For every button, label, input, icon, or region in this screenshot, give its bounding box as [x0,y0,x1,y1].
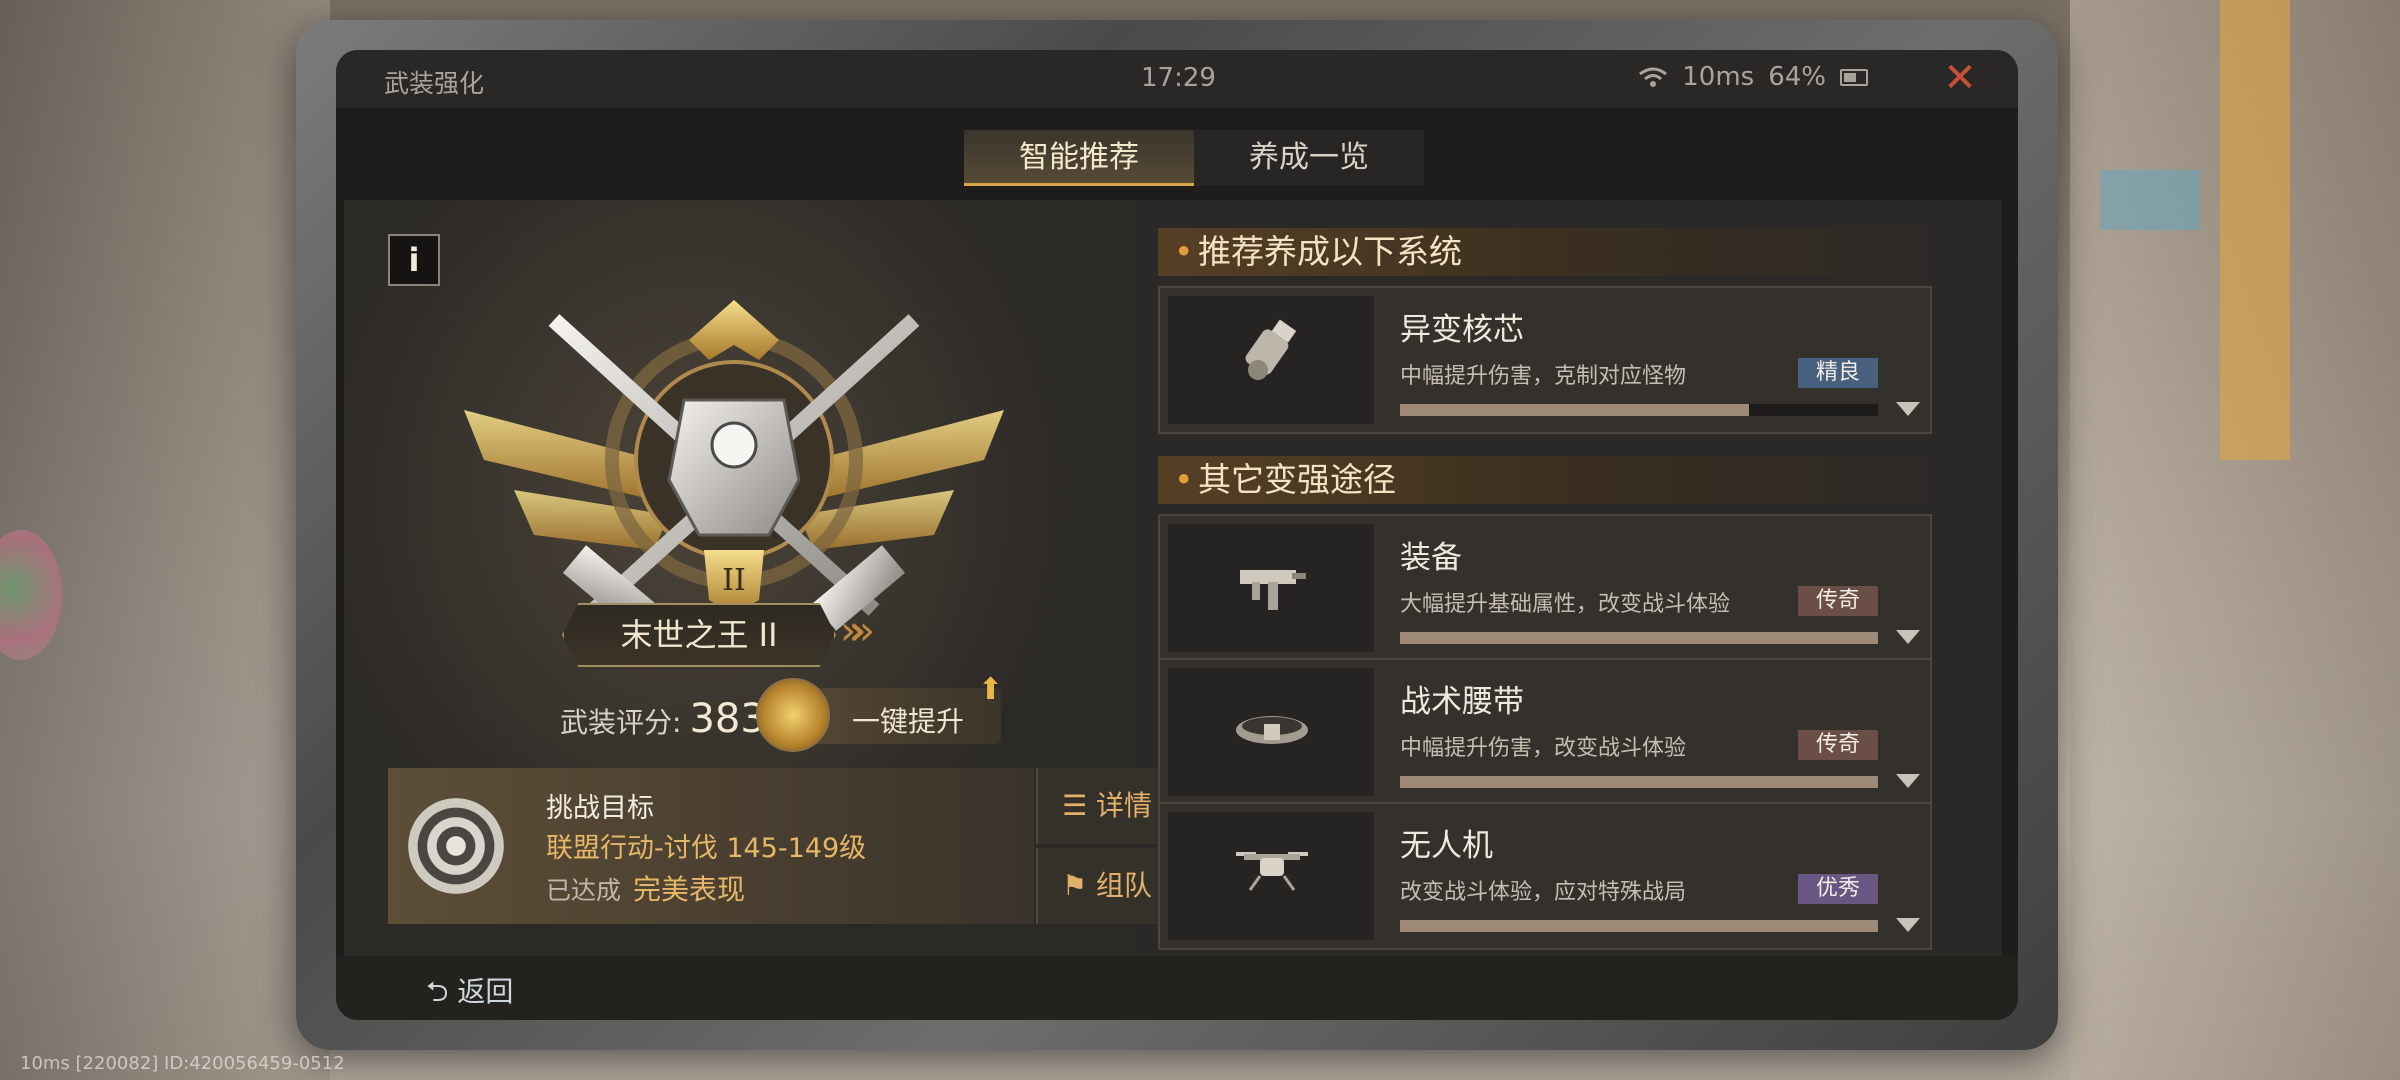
tablet-screen: 武装强化 17:29 10ms 64% ✕ 智能推荐 养成一览 i II 末世之… [336,50,2018,1020]
details-button[interactable]: ☰ 详情 [1036,768,1176,844]
lightbulb-icon [756,678,830,752]
main-content: i II 末世之王 II »» 武装评分: 38325 一键提升 ⬆ 挑战目标 … [344,200,2002,978]
recommend-panel: 推荐养成以下系统 异变核芯 中幅提升伤害，克制对应怪物 精良 [1158,200,2002,978]
expand-triangle-icon[interactable] [1896,402,1920,416]
card-desc: 中幅提升伤害，改变战斗体验 [1400,736,1687,761]
status-indicators: 10ms 64% [1638,62,1868,92]
progress-bar [1400,404,1878,416]
tab-bar: 智能推荐 养成一览 [964,130,1424,186]
challenge-status-label: 已达成 [546,876,622,905]
back-label: 返回 [457,975,514,1008]
challenge-target: 联盟行动-讨伐 145-149级 [546,833,867,864]
back-arrow-icon: ⮌ [426,975,449,1008]
bottom-bar: ⮌ 返回 [336,956,2018,1020]
background-accent-2 [2100,170,2200,230]
card-icon-frame [1168,812,1374,940]
progress-bar [1400,776,1878,788]
latency-value: 10ms [1682,62,1755,92]
clock: 17:29 [1141,63,1216,93]
tab-smart-recommend[interactable]: 智能推荐 [964,130,1194,186]
card-name: 装备 [1400,540,1462,576]
card-desc: 大幅提升基础属性，改变战斗体验 [1400,592,1731,617]
debug-overlay: 10ms [220082] ID:420056459-0512 [20,1053,345,1074]
challenge-title: 挑战目标 [546,793,654,824]
flag-icon: ⚑ [1061,869,1088,902]
challenge-panel: 挑战目标 联盟行动-讨伐 145-149级 已达成 完美表现 [388,768,1034,924]
card-name: 战术腰带 [1400,684,1524,720]
mutation-core-icon [1245,319,1297,380]
rank-name: 末世之王 II [562,603,836,667]
team-label: 组队 [1096,869,1153,902]
system-card-equipment[interactable]: 装备 大幅提升基础属性，改变战斗体验 传奇 [1158,514,1932,662]
wifi-icon [1639,67,1668,87]
smg-icon [1240,570,1306,610]
background-accent [2220,0,2290,460]
one-click-upgrade-button[interactable]: 一键提升 ⬆ [756,672,1003,752]
system-card-tactical-belt[interactable]: 战术腰带 中幅提升伤害，改变战斗体验 传奇 [1158,658,1932,806]
belt-icon [1236,716,1308,744]
progress-fill [1400,776,1878,788]
svg-text:II: II [722,563,746,598]
quality-badge: 传奇 [1798,586,1878,616]
card-desc: 中幅提升伤害，克制对应怪物 [1400,364,1687,389]
progress-fill [1400,920,1878,932]
card-icon-frame [1168,524,1374,652]
battery-value: 64% [1768,62,1826,92]
background-left [0,0,330,1080]
expand-triangle-icon[interactable] [1896,774,1920,788]
progress-fill [1400,632,1878,644]
upgrade-label: 一键提升 [852,705,965,738]
drone-icon [1236,852,1308,891]
target-icon [408,798,504,894]
window-title: 武装强化 [384,69,485,98]
status-bar: 武装强化 17:29 10ms 64% ✕ [336,50,2018,108]
card-name: 无人机 [1400,828,1493,864]
card-desc: 改变战斗体验，应对特殊战局 [1400,880,1687,905]
list-icon: ☰ [1061,789,1088,822]
info-button[interactable]: i [388,234,440,286]
challenge-status: 已达成 完美表现 [546,868,745,908]
challenge-status-value: 完美表现 [633,873,746,906]
back-button[interactable]: ⮌ 返回 [426,970,513,1019]
close-icon[interactable]: ✕ [1940,58,1980,98]
expand-triangle-icon[interactable] [1896,630,1920,644]
card-icon-frame [1168,296,1374,424]
quality-badge: 传奇 [1798,730,1878,760]
system-card-mutation-core[interactable]: 异变核芯 中幅提升伤害，克制对应怪物 精良 [1158,286,1932,434]
score-label: 武装评分: [560,706,682,739]
recommend-header: 推荐养成以下系统 [1158,228,1938,276]
tab-growth-overview[interactable]: 养成一览 [1194,130,1424,186]
battery-icon [1840,68,1868,86]
rank-panel: i II 末世之王 II »» 武装评分: 38325 一键提升 ⬆ 挑战目标 … [344,200,1176,978]
other-header: 其它变强途径 [1158,456,1938,504]
progress-fill [1400,404,1749,416]
progress-bar [1400,632,1878,644]
details-label: 详情 [1096,789,1153,822]
quality-badge: 精良 [1798,358,1878,388]
system-card-drone[interactable]: 无人机 改变战斗体验，应对特殊战局 优秀 [1158,802,1932,950]
tablet-frame: 武装强化 17:29 10ms 64% ✕ 智能推荐 养成一览 i II 末世之… [296,20,2058,1050]
up-arrow-icon: ⬆ [978,672,1004,707]
card-name: 异变核芯 [1400,312,1524,348]
quality-badge: 优秀 [1798,874,1878,904]
team-button[interactable]: ⚑ 组队 [1036,848,1176,924]
expand-triangle-icon[interactable] [1896,918,1920,932]
card-icon-frame [1168,668,1374,796]
progress-bar [1400,920,1878,932]
rank-arrows-icon: »» [840,608,875,654]
